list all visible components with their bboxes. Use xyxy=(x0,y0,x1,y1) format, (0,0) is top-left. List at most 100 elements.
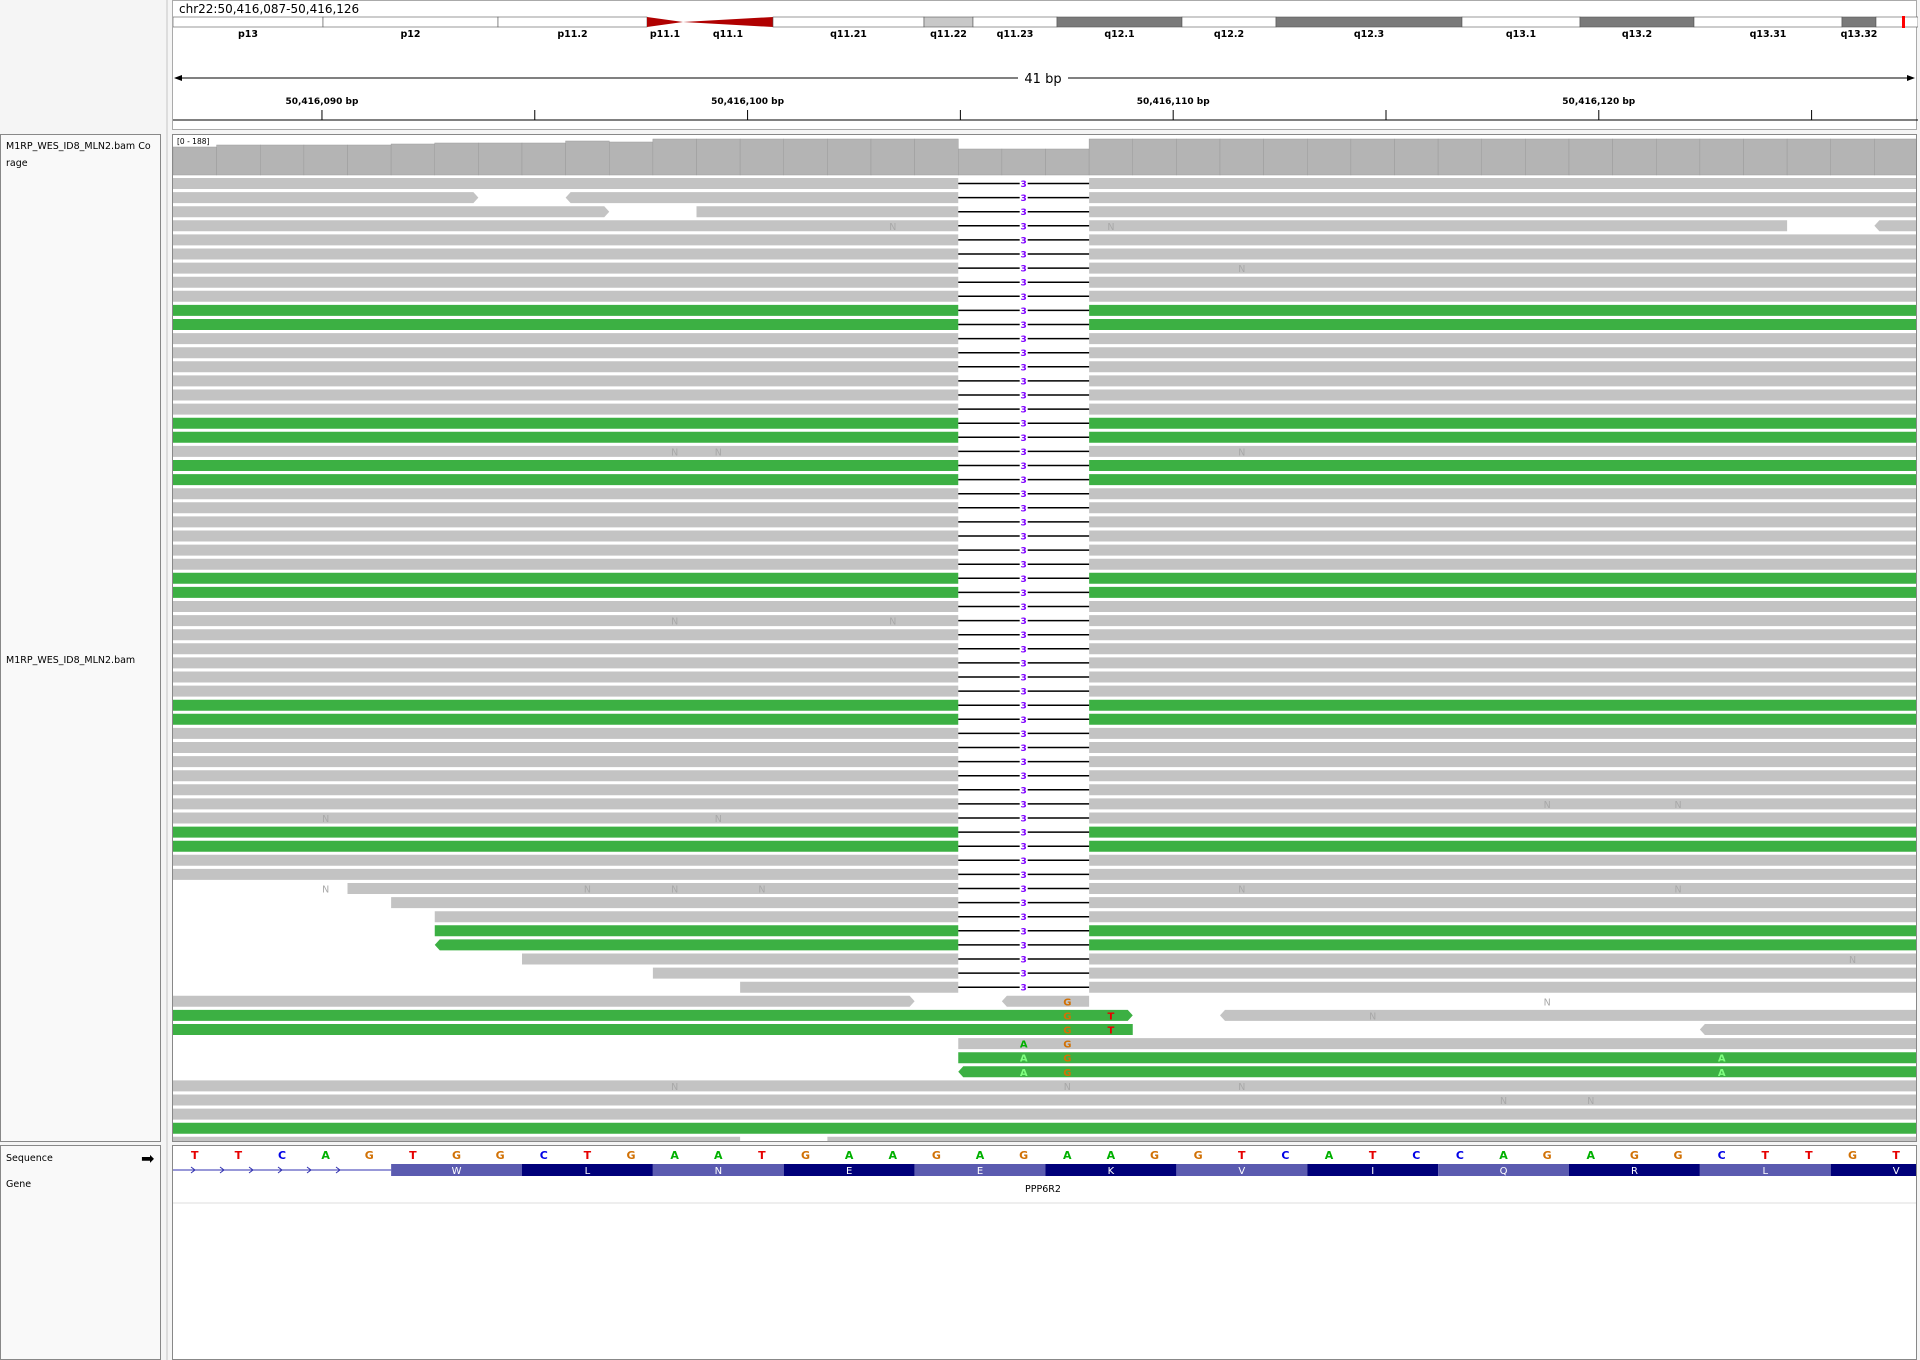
reference-base[interactable]: A xyxy=(976,1149,985,1162)
read[interactable] xyxy=(173,206,610,218)
reference-base[interactable]: G xyxy=(1019,1149,1028,1162)
reference-base[interactable]: A xyxy=(889,1149,898,1162)
read[interactable] xyxy=(173,586,959,598)
reference-base[interactable]: A xyxy=(1587,1149,1596,1162)
read[interactable] xyxy=(173,727,959,739)
read[interactable] xyxy=(1089,474,1917,486)
read[interactable] xyxy=(1089,727,1917,739)
read[interactable] xyxy=(173,178,959,189)
coverage-track-name[interactable]: M1RP_WES_ID8_MLN2.bam Co xyxy=(6,141,163,152)
read[interactable] xyxy=(391,897,959,909)
reference-base[interactable]: C xyxy=(1281,1149,1289,1162)
read[interactable] xyxy=(173,192,479,204)
read[interactable] xyxy=(173,784,959,796)
read[interactable] xyxy=(1089,699,1917,711)
reference-base[interactable]: G xyxy=(1674,1149,1683,1162)
band-q13.1[interactable] xyxy=(1461,16,1581,28)
reference-base[interactable]: C xyxy=(1456,1149,1464,1162)
read[interactable] xyxy=(958,1066,1917,1078)
read[interactable] xyxy=(1089,304,1917,316)
read[interactable] xyxy=(1089,840,1917,852)
read[interactable] xyxy=(1089,657,1917,669)
read[interactable] xyxy=(1089,333,1917,345)
read[interactable] xyxy=(173,643,959,655)
read[interactable] xyxy=(1089,925,1917,937)
coverage-bar[interactable] xyxy=(1743,138,1788,176)
reference-base[interactable]: T xyxy=(191,1149,199,1162)
read[interactable] xyxy=(1089,967,1917,979)
coverage-bar[interactable] xyxy=(478,142,523,176)
alignment-data-panel[interactable]: [0 - 188] 3 3 3 3 3 3 3 3 3 3 3 3 3 3 3 3 3 3 3 3 3 3 3 3 3 3 3 3 3 3 3… xyxy=(172,134,1917,1142)
read[interactable] xyxy=(173,276,959,288)
coverage-bar[interactable] xyxy=(696,138,741,176)
read[interactable] xyxy=(1089,558,1917,570)
read[interactable] xyxy=(173,1024,1133,1035)
coverage-bar[interactable] xyxy=(390,143,435,176)
read[interactable] xyxy=(1089,854,1917,866)
gene-name-label[interactable]: PPP6R2 xyxy=(1025,1184,1061,1195)
coverage-bar[interactable] xyxy=(1001,148,1046,176)
read[interactable] xyxy=(173,417,959,429)
coverage-bar[interactable] xyxy=(1307,138,1352,176)
read[interactable] xyxy=(1089,220,1788,232)
read[interactable] xyxy=(173,1094,1917,1106)
coverage-bar[interactable] xyxy=(1568,138,1613,176)
read[interactable] xyxy=(1089,798,1917,810)
reference-base[interactable]: A xyxy=(1499,1149,1508,1162)
read[interactable] xyxy=(1089,516,1917,528)
read[interactable] xyxy=(1089,347,1917,359)
coverage-bar[interactable] xyxy=(783,138,828,176)
read[interactable] xyxy=(173,234,959,246)
read[interactable] xyxy=(1089,178,1917,189)
read[interactable] xyxy=(173,995,915,1007)
coverage-bar[interactable] xyxy=(347,144,392,176)
coverage-bar[interactable] xyxy=(173,146,217,176)
read[interactable] xyxy=(173,1108,1917,1120)
read[interactable] xyxy=(173,262,959,274)
band-q13.2[interactable] xyxy=(1579,16,1695,28)
read[interactable] xyxy=(958,1052,1917,1064)
reference-base[interactable]: T xyxy=(1805,1149,1813,1162)
coverage-bar[interactable] xyxy=(652,138,697,176)
reference-base[interactable]: A xyxy=(1063,1149,1072,1162)
reference-base[interactable]: T xyxy=(1762,1149,1770,1162)
coverage-bar[interactable] xyxy=(1699,138,1744,176)
read[interactable] xyxy=(1089,685,1917,697)
read[interactable] xyxy=(173,319,959,330)
read[interactable] xyxy=(1089,826,1917,838)
read[interactable] xyxy=(740,981,959,993)
reference-base[interactable]: A xyxy=(321,1149,330,1162)
read[interactable] xyxy=(173,685,959,697)
coverage-bar[interactable] xyxy=(1874,138,1917,176)
read[interactable] xyxy=(652,967,959,979)
read[interactable] xyxy=(1089,431,1917,443)
coverage-bar[interactable] xyxy=(303,144,348,176)
read[interactable] xyxy=(1089,361,1917,373)
read[interactable] xyxy=(173,333,959,345)
read[interactable] xyxy=(173,1080,1917,1092)
band-p13[interactable] xyxy=(173,16,324,28)
coverage-bar[interactable] xyxy=(827,138,872,176)
read[interactable] xyxy=(173,248,959,260)
read[interactable] xyxy=(173,403,959,415)
reference-base[interactable]: A xyxy=(670,1149,679,1162)
read[interactable] xyxy=(173,389,959,401)
reference-base[interactable]: T xyxy=(1369,1149,1377,1162)
read[interactable] xyxy=(173,304,959,316)
read[interactable] xyxy=(522,953,959,965)
coverage-bar[interactable] xyxy=(1656,138,1701,176)
read[interactable] xyxy=(696,206,959,218)
read[interactable] xyxy=(173,290,959,302)
read[interactable] xyxy=(173,347,959,359)
coverage-bar[interactable] xyxy=(216,144,261,176)
read[interactable] xyxy=(1089,784,1917,796)
read[interactable] xyxy=(173,474,959,486)
reference-base[interactable]: T xyxy=(409,1149,417,1162)
read[interactable] xyxy=(173,699,959,711)
band-p11.2[interactable] xyxy=(497,16,648,28)
reference-base[interactable]: T xyxy=(1238,1149,1246,1162)
read[interactable] xyxy=(565,192,959,204)
band-p12[interactable] xyxy=(322,16,499,28)
coverage-bar[interactable] xyxy=(1132,138,1177,176)
read[interactable] xyxy=(1089,897,1917,909)
